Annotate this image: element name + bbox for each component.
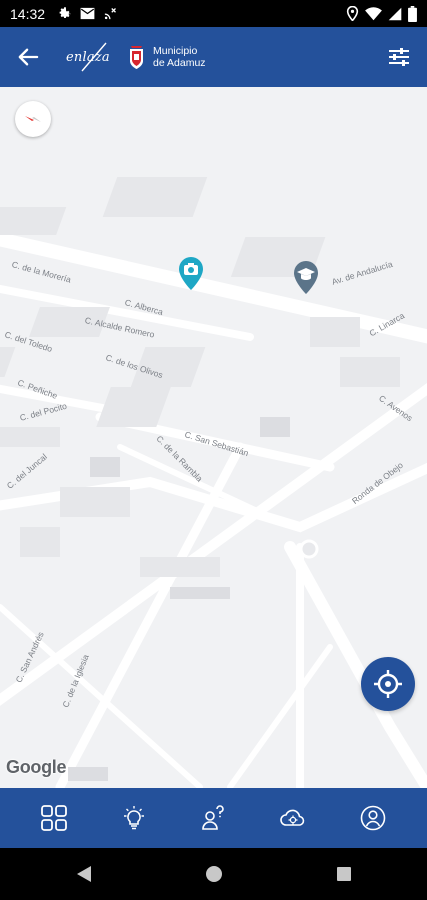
nav-categories[interactable] (26, 790, 82, 846)
back-button[interactable] (0, 27, 56, 87)
system-back-button[interactable] (69, 859, 99, 889)
grid-icon (40, 805, 67, 831)
battery-icon (408, 5, 417, 22)
nav-profile[interactable] (345, 790, 401, 846)
nav-weather[interactable] (265, 790, 321, 846)
mail-icon (80, 7, 95, 20)
camera-pin[interactable] (178, 257, 204, 291)
help-person-icon (202, 805, 225, 830)
arrow-left-icon (18, 48, 39, 66)
nav-help[interactable] (185, 790, 241, 846)
settings-icon (59, 7, 71, 18)
google-attribution: Google (6, 757, 67, 777)
camera-pin-icon (179, 257, 203, 290)
my-location-button[interactable] (361, 657, 415, 711)
profile-icon (360, 805, 386, 831)
system-nav-bar (0, 848, 427, 900)
municipality-line1: Municipio (153, 45, 198, 57)
home-circle-icon (205, 866, 222, 882)
nav-ideas[interactable] (106, 790, 162, 846)
map-view[interactable]: C. de la Morería Av. de Andalucía C. Alc… (0, 87, 427, 788)
sliders-icon (389, 48, 409, 66)
cloud-sun-icon (280, 809, 305, 826)
status-right-icons (346, 5, 417, 22)
recents-square-icon (336, 867, 351, 881)
status-left-icons (57, 6, 118, 21)
filter-settings-button[interactable] (371, 27, 427, 87)
back-triangle-icon (76, 866, 91, 882)
municipality-name: Municipio de Adamuz (153, 45, 206, 69)
municipality-logo: Municipio de Adamuz (128, 43, 206, 71)
enlaza-logo: enlaza (66, 37, 118, 77)
school-pin-icon (294, 261, 318, 294)
crest-icon (130, 46, 143, 69)
compass-icon (25, 116, 41, 122)
school-pin[interactable] (293, 261, 319, 295)
system-home-button[interactable] (199, 859, 229, 889)
bottom-nav (0, 788, 427, 848)
status-time: 14:32 (10, 5, 46, 22)
cast-icon (104, 8, 116, 20)
municipality-line2: de Adamuz (153, 57, 206, 69)
screen: 14:32 enlaza Municipio de Adamuz C. de l… (0, 0, 427, 900)
app-bar: enlaza Municipio de Adamuz (0, 27, 427, 87)
enlaza-logo-slash-icon (81, 42, 107, 72)
signal-icon (388, 7, 402, 20)
compass-button[interactable] (15, 101, 51, 137)
crosshair-icon (374, 670, 402, 698)
status-bar: 14:32 (0, 0, 427, 27)
wifi-icon (365, 6, 382, 20)
lightbulb-icon (123, 806, 144, 830)
location-icon (346, 6, 359, 21)
system-recents-button[interactable] (329, 859, 359, 889)
